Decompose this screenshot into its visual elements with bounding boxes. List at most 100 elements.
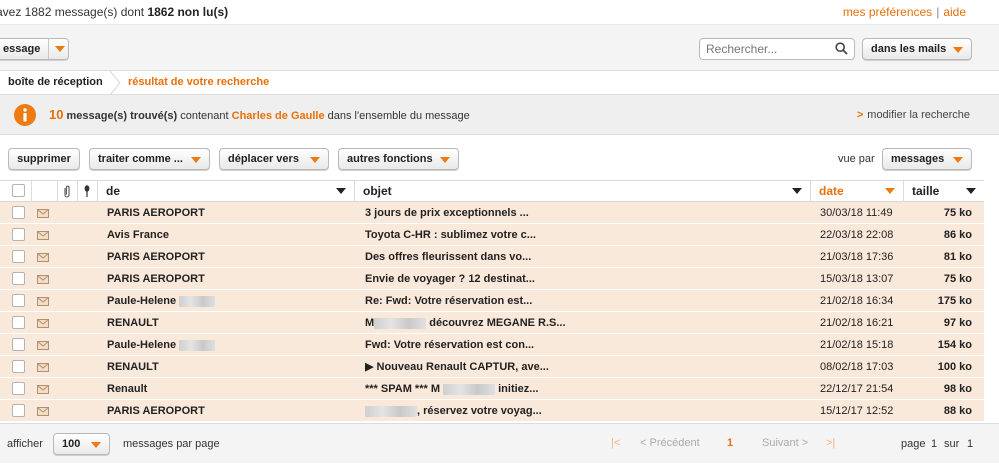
view-by-dropdown[interactable]: messages: [882, 148, 972, 170]
message-count: avez 1882 message(s) dont 1862 non lu(s): [0, 5, 228, 19]
column-header-size[interactable]: taille: [904, 181, 984, 202]
search-scope-dropdown[interactable]: dans les mails: [862, 38, 972, 60]
table-row[interactable]: PARIS AEROPORT , réservez votre voyag...…: [0, 400, 984, 422]
row-subject: Envie de voyager ? 12 destinat...: [365, 273, 535, 285]
previous-page-button[interactable]: < Précédent: [640, 437, 700, 449]
sender-name: Paule-Helene: [107, 295, 177, 307]
table-row[interactable]: Avis France Toyota C-HR : sublimez votre…: [0, 224, 984, 246]
first-page-icon[interactable]: |<: [611, 437, 620, 449]
table-row[interactable]: PARIS AEROPORT Envie de voyager ? 12 des…: [0, 268, 984, 290]
row-checkbox[interactable]: [12, 404, 25, 417]
delete-button[interactable]: supprimer: [8, 148, 80, 170]
row-sender: Paule-Helene: [107, 290, 347, 312]
select-all-checkbox[interactable]: [12, 184, 25, 197]
row-size: 88 ko: [943, 405, 972, 417]
search-scope-text: dans l'ensemble du message: [327, 110, 470, 122]
per-page-dropdown[interactable]: 100: [53, 433, 110, 455]
table-row[interactable]: RENAULT M découvrez MEGANE R.S... 21/02/…: [0, 312, 984, 334]
table-row[interactable]: Paule-Helene Re: Fwd: Votre réservation …: [0, 290, 984, 312]
row-size: 97 ko: [943, 317, 972, 329]
envelope-icon: [37, 231, 49, 240]
row-size: 175 ko: [937, 295, 972, 307]
table-row[interactable]: PARIS AEROPORT Des offres fleurissent da…: [0, 246, 984, 268]
envelope-icon: [37, 385, 49, 394]
total-pages: 1: [967, 438, 974, 450]
row-sender: Renault: [107, 383, 148, 395]
row-checkbox[interactable]: [12, 338, 25, 351]
next-page-button[interactable]: Suivant >: [762, 437, 808, 449]
modify-search-link[interactable]: > modifier la recherche: [857, 109, 970, 121]
message-table: de objet date taille PARIS AEROPORT 3 jo…: [0, 180, 984, 422]
top-links: mes préférences | aide: [843, 5, 966, 19]
row-date: 21/02/18 16:21: [820, 317, 894, 329]
search-box: [699, 38, 855, 60]
subject-prefix: *** SPAM *** M: [365, 383, 440, 395]
subject-text: initiez...: [498, 383, 539, 395]
priority-column[interactable]: [78, 181, 98, 202]
column-header-from[interactable]: de: [98, 181, 355, 202]
per-page-label: messages par page: [123, 438, 220, 450]
attachment-column[interactable]: [58, 181, 78, 202]
search-term: Charles de Gaulle: [231, 110, 325, 122]
view-by-label: vue par: [838, 153, 875, 165]
treat-as-dropdown[interactable]: traiter comme ...: [89, 148, 210, 170]
search-input[interactable]: [706, 39, 836, 59]
treat-as-label: traiter comme ...: [98, 153, 183, 165]
row-checkbox[interactable]: [12, 206, 25, 219]
table-row[interactable]: PARIS AEROPORT 3 jours de prix exception…: [0, 202, 984, 224]
subject-prefix: M: [365, 317, 375, 329]
found-label: message(s) trouvé(s): [66, 110, 178, 122]
envelope-icon: [37, 363, 49, 372]
help-link[interactable]: aide: [943, 5, 966, 19]
new-message-button[interactable]: essage: [0, 38, 69, 60]
search-icon[interactable]: [835, 42, 848, 55]
message-count-text: avez 1882 message(s) dont: [0, 5, 145, 19]
redacted-text: [365, 405, 417, 417]
redacted-text: [179, 295, 216, 307]
other-functions-dropdown[interactable]: autres fonctions: [338, 148, 459, 170]
table-body: PARIS AEROPORT 3 jours de prix exception…: [0, 202, 984, 422]
row-subject: *** SPAM *** M initiez...: [365, 378, 805, 400]
row-checkbox[interactable]: [12, 272, 25, 285]
row-subject: Fwd: Votre réservation est con...: [365, 339, 535, 351]
row-subject: ▶ Nouveau Renault CAPTUR, ave...: [365, 361, 549, 373]
row-subject: 3 jours de prix exceptionnels ...: [365, 207, 529, 219]
from-header-label: de: [106, 184, 121, 198]
row-checkbox[interactable]: [12, 360, 25, 373]
chevron-down-icon[interactable]: [55, 46, 66, 53]
row-sender: PARIS AEROPORT: [107, 207, 205, 219]
row-checkbox[interactable]: [12, 382, 25, 395]
page-number: 1: [931, 438, 938, 450]
table-row[interactable]: Paule-Helene Fwd: Votre réservation est …: [0, 334, 984, 356]
paperclip-icon: [64, 185, 70, 198]
breadcrumb-chevron-icon: [109, 71, 121, 95]
redacted-text: [179, 339, 216, 351]
sender-name: Paule-Helene: [107, 339, 177, 351]
row-sender: PARIS AEROPORT: [107, 405, 205, 417]
subject-text: découvrez MEGANE R.S...: [429, 317, 566, 329]
column-header-date[interactable]: date: [811, 181, 904, 202]
redacted-text: [374, 317, 427, 329]
row-date: 15/03/18 13:07: [820, 273, 894, 285]
row-subject: Des offres fleurissent dans vo...: [365, 251, 532, 263]
last-page-icon[interactable]: >|: [826, 437, 835, 449]
current-page: 1: [727, 437, 734, 449]
row-size: 81 ko: [943, 251, 972, 263]
row-date: 21/03/18 17:36: [820, 251, 894, 263]
row-checkbox[interactable]: [12, 250, 25, 263]
column-header-subject[interactable]: objet: [355, 181, 811, 202]
move-to-dropdown[interactable]: déplacer vers: [219, 148, 329, 170]
move-to-label: déplacer vers: [228, 153, 299, 165]
table-row[interactable]: Renault *** SPAM *** M initiez... 22/12/…: [0, 378, 984, 400]
row-checkbox[interactable]: [12, 316, 25, 329]
sort-arrow-icon: [792, 188, 802, 194]
row-checkbox[interactable]: [12, 294, 25, 307]
row-subject: Re: Fwd: Votre réservation est...: [365, 295, 533, 307]
row-size: 75 ko: [943, 273, 972, 285]
link-separator: |: [936, 5, 940, 19]
other-functions-label: autres fonctions: [347, 153, 433, 165]
row-checkbox[interactable]: [12, 228, 25, 241]
table-row[interactable]: RENAULT ▶ Nouveau Renault CAPTUR, ave...…: [0, 356, 984, 378]
breadcrumb-inbox[interactable]: boîte de réception: [8, 76, 103, 88]
preferences-link[interactable]: mes préférences: [843, 5, 932, 19]
